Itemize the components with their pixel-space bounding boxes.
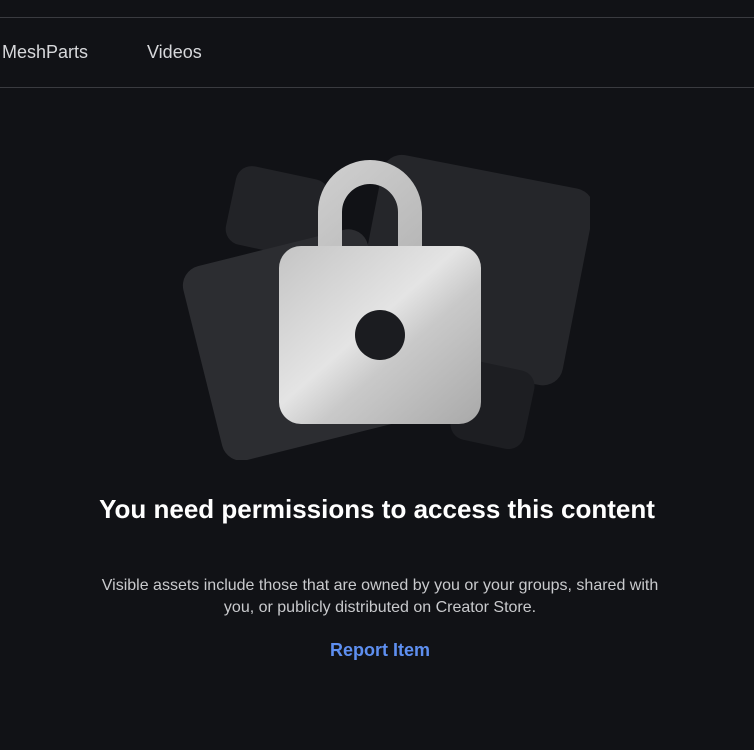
tab-bar: MeshParts Videos [0, 18, 754, 88]
permission-description: Visible assets include those that are ow… [101, 577, 659, 616]
header-strip [0, 0, 754, 18]
lock-illustration [182, 154, 590, 460]
tab-videos[interactable]: Videos [147, 42, 202, 63]
permission-title: You need permissions to access this cont… [99, 494, 655, 524]
tab-meshparts[interactable]: MeshParts [2, 42, 88, 63]
report-item-link[interactable]: Report Item [280, 640, 480, 661]
